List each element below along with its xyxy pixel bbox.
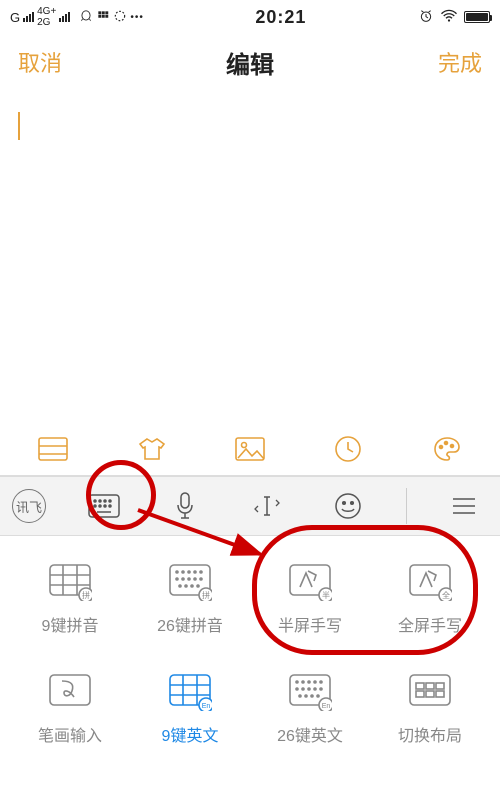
im-stroke[interactable]: 笔画输入: [20, 672, 120, 746]
switch-layout-icon: [407, 672, 453, 712]
im-9key-pinyin[interactable]: 拼 9键拼音: [20, 562, 120, 636]
page-title: 编辑: [226, 45, 274, 80]
status-right: [418, 8, 490, 27]
network-labels: 4G+ 2G: [37, 6, 56, 28]
emoji-icon[interactable]: [324, 482, 372, 530]
alarm-icon: [418, 8, 434, 27]
im-switch-layout[interactable]: 切换布局: [380, 672, 480, 746]
clock-icon[interactable]: [328, 433, 368, 465]
im-label: 半屏手写: [278, 612, 342, 636]
status-time: 20:21: [144, 7, 418, 28]
svg-text:拼: 拼: [82, 590, 90, 600]
svg-text:En: En: [202, 703, 211, 710]
header: 取消 编辑 完成: [0, 34, 500, 90]
image-icon[interactable]: [230, 433, 270, 465]
cancel-button[interactable]: 取消: [18, 46, 62, 78]
im-label: 笔画输入: [38, 722, 102, 746]
wifi-icon: [440, 9, 458, 26]
loading-icon: [113, 9, 127, 26]
list-icon[interactable]: [33, 433, 73, 465]
input-method-row-2: 笔画输入 En 9键英文 En 26键英文 切换布局: [10, 672, 490, 746]
qq-icon: [79, 9, 93, 26]
im-label: 切换布局: [398, 722, 462, 746]
im-9key-en[interactable]: En 9键英文: [140, 672, 240, 746]
im-half-handwrite[interactable]: 半 半屏手写: [260, 562, 360, 636]
grid26-en-icon: En: [287, 672, 333, 712]
app-grid-icon: [96, 9, 110, 26]
svg-text:拼: 拼: [202, 590, 210, 600]
im-label: 26键拼音: [157, 612, 223, 636]
grid26-pinyin-icon: 拼: [167, 562, 213, 602]
divider: [406, 488, 407, 524]
keyboard-layout-button[interactable]: [80, 482, 128, 530]
im-26key-pinyin[interactable]: 拼 26键拼音: [140, 562, 240, 636]
input-method-row-1: 拼 9键拼音 拼 26键拼音 半 半屏手写 全 全屏手写: [10, 562, 490, 636]
annotation-arrow: [130, 504, 290, 564]
shirt-icon[interactable]: [132, 433, 172, 465]
im-26key-en[interactable]: En 26键英文: [260, 672, 360, 746]
im-label: 全屏手写: [398, 612, 462, 636]
text-cursor: [18, 112, 20, 140]
ime-logo-button[interactable]: 讯飞: [12, 489, 46, 523]
im-full-handwrite[interactable]: 全 全屏手写: [380, 562, 480, 636]
grid9-pinyin-icon: 拼: [47, 562, 93, 602]
signal-bars-icon-2: [59, 12, 70, 22]
menu-icon[interactable]: [440, 482, 488, 530]
input-method-grid: 拼 9键拼音 拼 26键拼音 半 半屏手写 全 全屏手写: [0, 536, 500, 776]
more-icon: •••: [130, 12, 144, 23]
status-left: G 4G+ 2G •••: [10, 6, 144, 28]
text-editor[interactable]: [0, 90, 500, 422]
half-handwrite-icon: 半: [287, 562, 333, 602]
done-button[interactable]: 完成: [438, 46, 482, 78]
palette-icon[interactable]: [427, 433, 467, 465]
battery-icon: [464, 11, 490, 23]
grid9-en-icon: En: [167, 672, 213, 712]
im-label: 9键英文: [162, 722, 219, 746]
im-label: 26键英文: [277, 722, 343, 746]
status-bar: G 4G+ 2G ••• 20:21: [0, 0, 500, 34]
full-handwrite-icon: 全: [407, 562, 453, 602]
carrier-label: G: [10, 10, 20, 25]
format-toolbar: [0, 422, 500, 476]
svg-text:En: En: [322, 703, 331, 710]
svg-text:半: 半: [322, 590, 330, 600]
im-label: 9键拼音: [42, 612, 99, 636]
signal-bars-icon: [23, 12, 34, 22]
svg-text:全: 全: [442, 590, 450, 600]
stroke-icon: [47, 672, 93, 712]
